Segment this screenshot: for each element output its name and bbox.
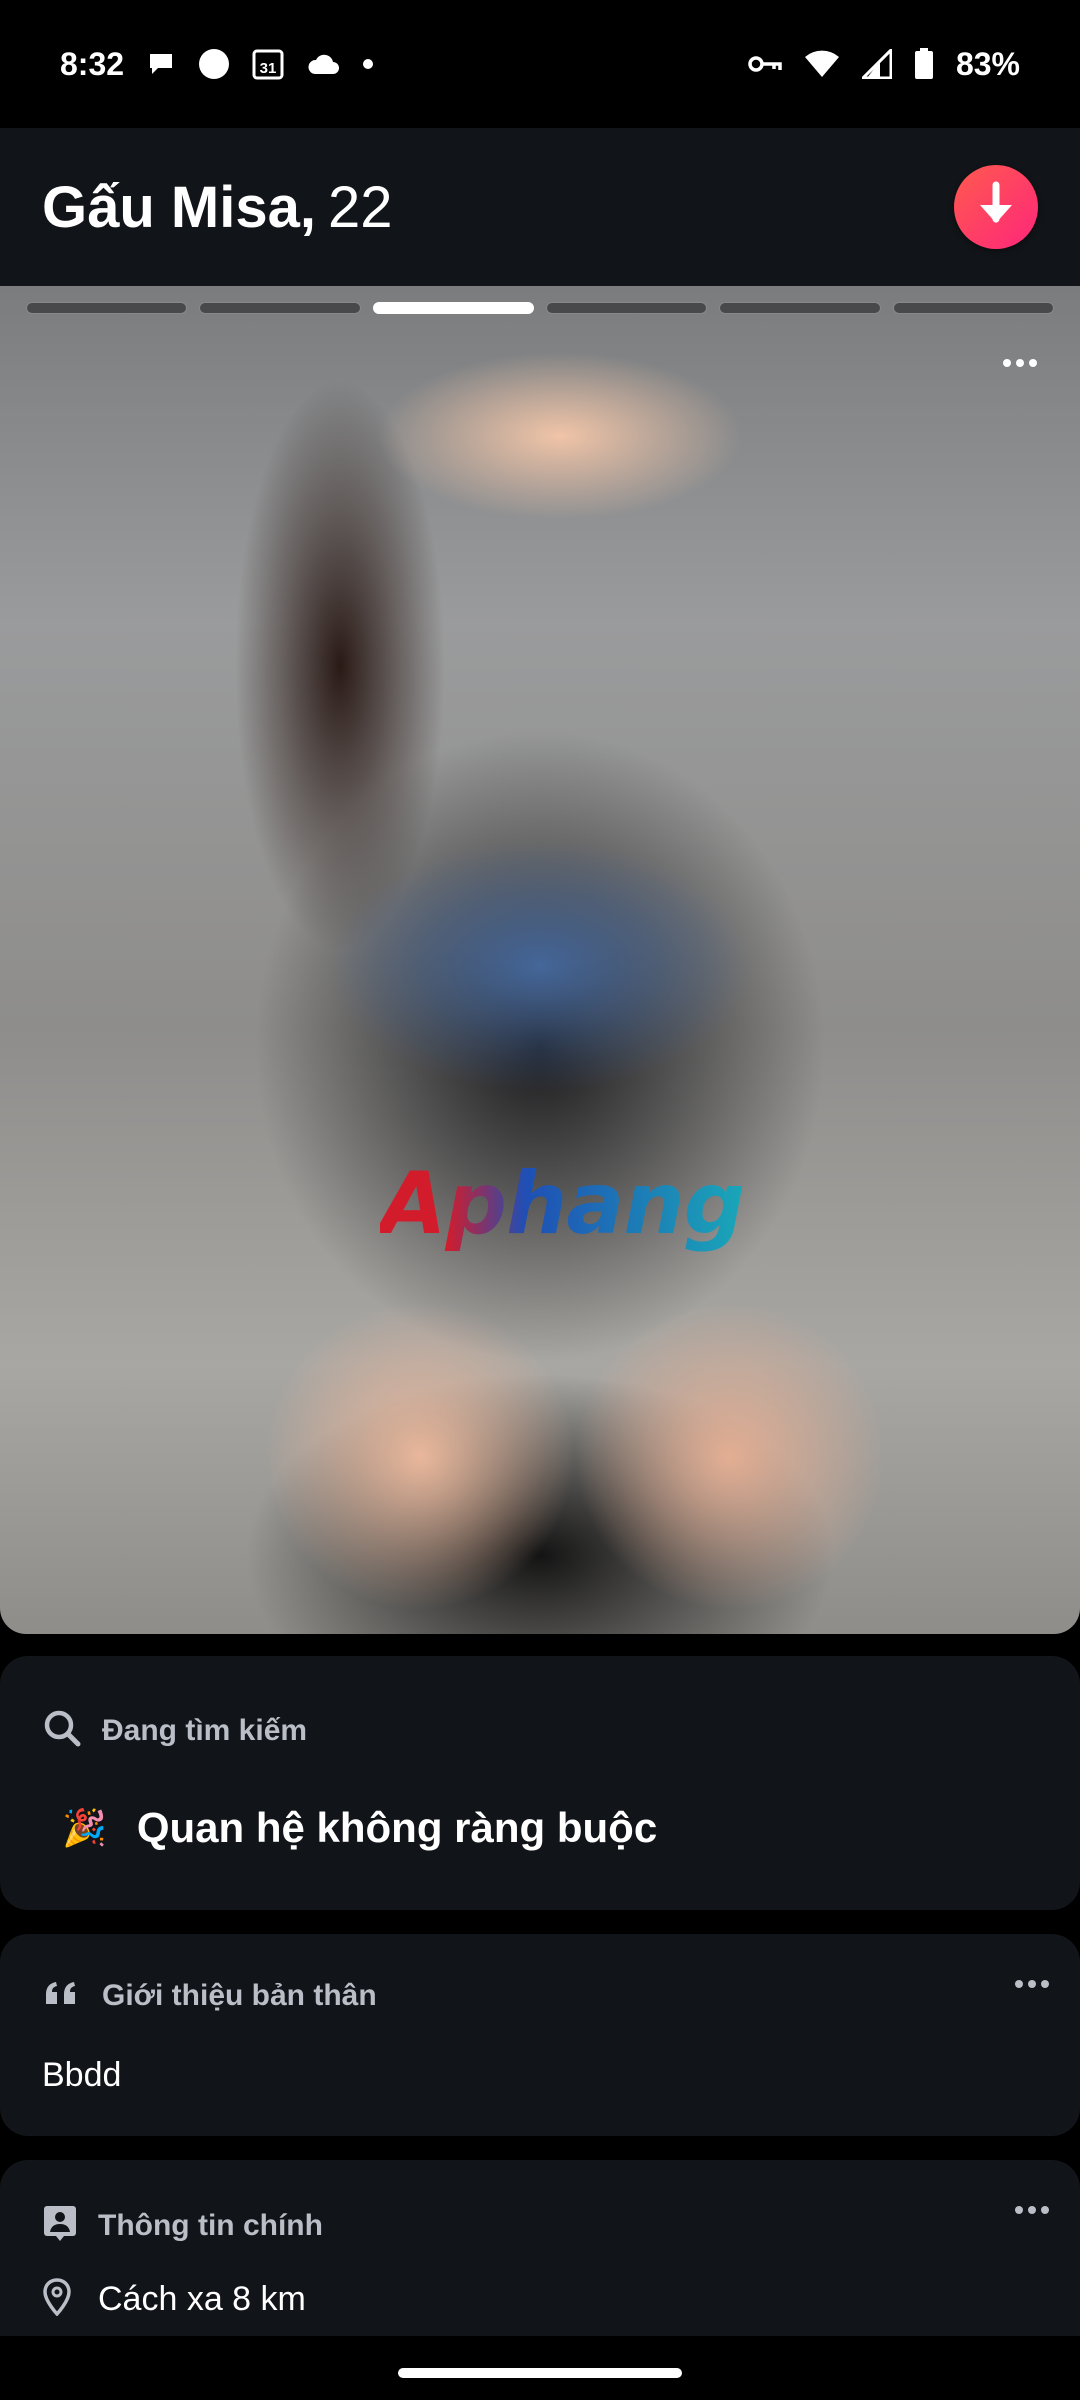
profile-header: Gấu Misa, 22 [0, 128, 1080, 286]
photo-progress-segment[interactable] [545, 302, 708, 314]
wifi-icon [804, 49, 840, 79]
status-right: 83% [748, 46, 1020, 83]
profile-title: Gấu Misa, 22 [42, 174, 393, 241]
about-more-icon[interactable] [1014, 1976, 1050, 1994]
watermark-logo: Aphang [380, 1154, 745, 1254]
photo-progress-segment[interactable] [372, 302, 534, 314]
circle-icon [198, 48, 230, 80]
about-me-card: Giới thiệu bản thân Bbdd [0, 1934, 1080, 2136]
looking-for-card: Đang tìm kiếm 🎉 Quan hệ không ràng buộc [0, 1656, 1080, 1910]
profile-age: 22 [327, 174, 393, 240]
looking-for-header: Đang tìm kiếm [42, 1708, 307, 1753]
status-bar: 8:32 31 83% [0, 0, 1080, 128]
distance-text: Cách xa 8 km [98, 2280, 306, 2318]
battery-icon [914, 48, 934, 80]
profile-name: Gấu Misa, [42, 174, 316, 240]
collapse-profile-button[interactable] [954, 165, 1038, 249]
photo-progress-segment[interactable] [199, 302, 361, 314]
location-pin-icon [42, 2278, 72, 2321]
basics-more-icon[interactable] [1014, 2202, 1050, 2220]
photo-progress-segment[interactable] [892, 302, 1054, 314]
calendar-icon: 31 [252, 48, 284, 80]
looking-for-value-row: 🎉 Quan hệ không ràng buộc [62, 1804, 657, 1852]
distance-row: Cách xa 8 km [42, 2278, 306, 2321]
photo-progress-indicator [26, 302, 1054, 314]
status-time: 8:32 [60, 45, 125, 82]
about-me-header: Giới thiệu bản thân [42, 1978, 377, 2013]
basics-label: Thông tin chính [98, 2208, 323, 2242]
chat-bubble-icon [146, 50, 176, 78]
photo-more-icon[interactable] [990, 348, 1050, 378]
photo-progress-segment[interactable] [26, 302, 188, 314]
vpn-key-icon [748, 54, 782, 74]
looking-for-label: Đang tìm kiếm [102, 1713, 308, 1747]
basics-header: Thông tin chính [42, 2204, 323, 2247]
profile-photo [0, 286, 1080, 1634]
arrow-down-icon [974, 181, 1018, 234]
profile-card-icon [42, 2204, 78, 2247]
looking-for-value: Quan hệ không ràng buộc [136, 1804, 658, 1851]
signal-icon [861, 49, 892, 79]
profile-photo-carousel[interactable]: Aphang [0, 286, 1080, 1634]
dot-icon [362, 58, 374, 70]
cloud-icon [306, 52, 340, 76]
home-indicator[interactable] [398, 2368, 682, 2378]
calendar-day: 31 [260, 60, 277, 77]
status-left: 8:32 31 [60, 46, 374, 83]
search-icon [42, 1708, 82, 1753]
battery-percent: 83% [955, 45, 1020, 82]
party-popper-icon: 🎉 [62, 1807, 107, 1848]
about-me-label: Giới thiệu bản thân [102, 1978, 377, 2012]
photo-progress-segment[interactable] [719, 302, 881, 314]
quote-icon [42, 1978, 82, 2013]
about-me-text: Bbdd [42, 2056, 122, 2094]
